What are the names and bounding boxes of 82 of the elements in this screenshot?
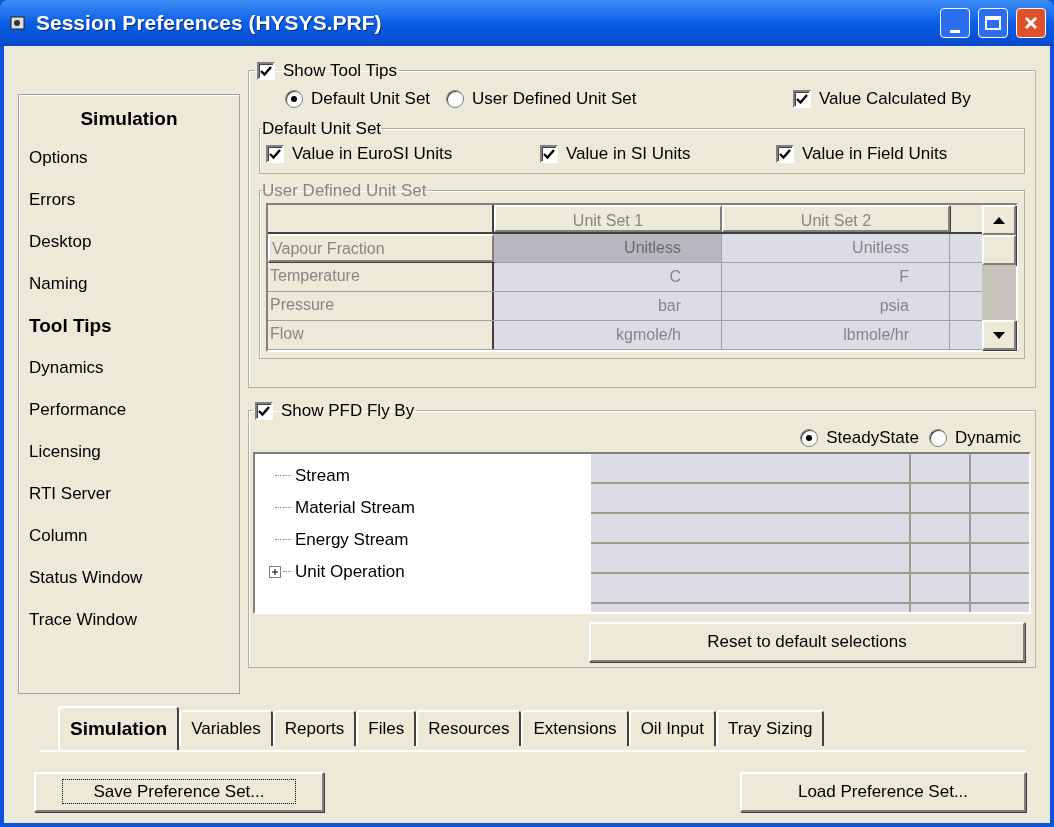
table-cell <box>950 321 982 349</box>
tree-item[interactable]: Energy Stream <box>295 526 409 553</box>
checkbox-label[interactable]: Value in Field Units <box>802 141 948 167</box>
sidebar-item[interactable]: Tool Tips <box>19 305 239 347</box>
group-title: Default Unit Set <box>262 117 382 140</box>
tab[interactable]: Simulation <box>58 706 180 750</box>
tab[interactable]: Variables <box>179 710 273 746</box>
checkmark-icon <box>260 64 272 77</box>
checkbox-label[interactable]: Value Calculated By <box>819 85 971 112</box>
scroll-up-button[interactable] <box>982 205 1016 235</box>
checkmark-icon <box>258 404 270 417</box>
checkbox-label[interactable]: Value in SI Units <box>566 141 691 167</box>
checkbox[interactable] <box>257 61 275 80</box>
close-icon <box>1023 15 1039 31</box>
maximize-button[interactable] <box>978 8 1008 38</box>
save-preference-button[interactable]: Save Preference Set... <box>34 772 324 812</box>
sidebar-item[interactable]: Licensing <box>19 431 239 473</box>
table-cell: F <box>722 263 950 291</box>
sidebar-item[interactable]: Trace Window <box>19 599 239 641</box>
table-cell: lbmole/hr <box>722 321 950 349</box>
sidebar-item[interactable]: Status Window <box>19 557 239 599</box>
checkmark-icon <box>269 147 281 160</box>
sidebar-item[interactable]: Errors <box>19 179 239 221</box>
sidebar-item[interactable]: Performance <box>19 389 239 431</box>
up-arrow-icon <box>993 216 1005 224</box>
down-arrow-icon <box>993 331 1005 339</box>
checkbox[interactable] <box>540 144 558 163</box>
sidebar-item[interactable]: Column <box>19 515 239 557</box>
checkmark-icon <box>779 147 791 160</box>
column-header: Unit Set 1 <box>494 205 722 232</box>
sidebar-item[interactable]: Desktop <box>19 221 239 263</box>
tree-item[interactable]: Material Stream <box>295 494 415 521</box>
table-cell <box>950 263 982 291</box>
sidebar-item[interactable]: Naming <box>19 263 239 305</box>
checkbox[interactable] <box>266 144 284 163</box>
tab[interactable]: Oil Input <box>628 710 716 746</box>
checkbox-label[interactable]: Show PFD Fly By <box>281 398 415 424</box>
checkbox[interactable] <box>793 89 811 108</box>
scroll-down-button[interactable] <box>982 320 1016 350</box>
radio-label[interactable]: SteadyState <box>826 424 919 451</box>
sidebar-item[interactable]: RTI Server <box>19 473 239 515</box>
radio-label[interactable]: User Defined Unit Set <box>472 85 637 112</box>
tab[interactable]: Resources <box>416 710 522 746</box>
radio-button[interactable] <box>928 428 947 447</box>
radio-label[interactable]: Default Unit Set <box>311 85 431 112</box>
table-cell <box>950 234 982 262</box>
tree-item[interactable]: Unit Operation <box>295 558 405 585</box>
tab[interactable]: Reports <box>272 710 357 746</box>
load-preference-button[interactable]: Load Preference Set... <box>740 772 1026 812</box>
expand-icon[interactable] <box>269 565 281 578</box>
app-icon <box>8 13 28 33</box>
sidebar-item[interactable]: Dynamics <box>19 347 239 389</box>
radio-label[interactable]: Dynamic <box>954 424 1021 451</box>
checkmark-icon <box>543 147 555 160</box>
checkbox[interactable] <box>255 401 273 420</box>
table-cell <box>950 292 982 320</box>
window-title: Session Preferences (HYSYS.PRF) <box>36 10 383 37</box>
tree-item[interactable]: Stream <box>295 462 350 489</box>
minimize-button[interactable] <box>940 8 970 38</box>
column-header: Unit Set 2 <box>722 205 950 232</box>
scroll-thumb[interactable] <box>982 235 1016 265</box>
table-cell: Unitless <box>722 234 950 262</box>
radio-button[interactable] <box>285 89 303 108</box>
checkbox-label[interactable]: Value in EuroSI Units <box>292 141 453 167</box>
reset-button[interactable]: Reset to default selections <box>589 621 1025 662</box>
radio-button[interactable] <box>446 89 465 108</box>
checkbox-label[interactable]: Show Tool Tips <box>283 58 398 84</box>
tab[interactable]: Extensions <box>521 710 629 746</box>
close-button[interactable] <box>1016 8 1046 38</box>
checkbox[interactable] <box>776 144 794 163</box>
table-cell: C <box>494 263 722 291</box>
table-cell: psia <box>722 292 950 320</box>
tab[interactable]: Files <box>356 710 417 746</box>
row-header: Vapour Fraction <box>268 234 494 262</box>
checkmark-icon <box>796 92 808 105</box>
table-cell: bar <box>494 292 722 320</box>
group-title: User Defined Unit Set <box>262 179 427 202</box>
table-cell: Unitless <box>494 234 722 262</box>
table-cell: kgmole/h <box>494 321 722 349</box>
sidebar-header: Simulation <box>79 107 179 131</box>
tab[interactable]: Tray Sizing <box>715 710 825 746</box>
sidebar-item[interactable]: Options <box>19 137 239 179</box>
